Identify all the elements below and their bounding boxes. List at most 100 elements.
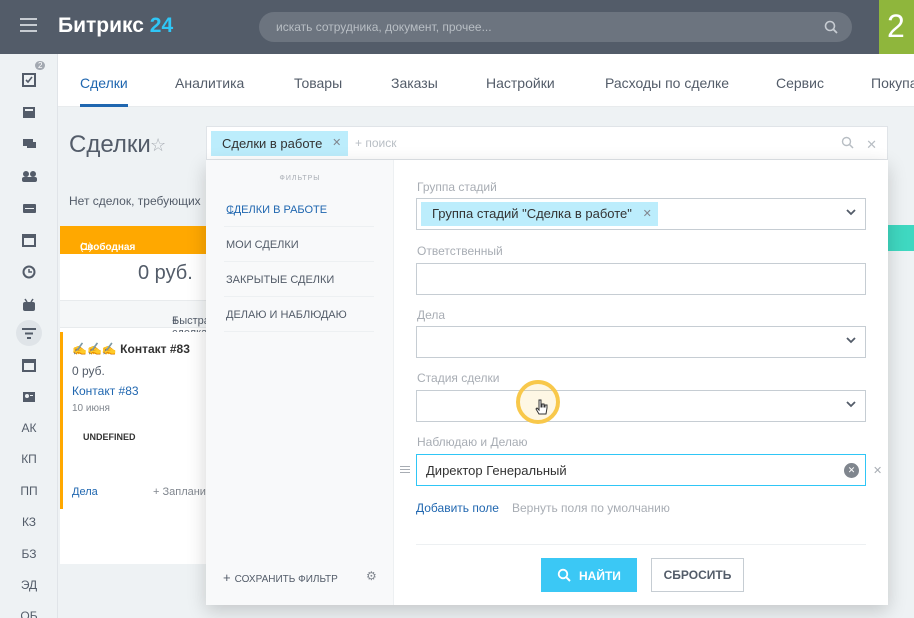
plus-icon: + — [223, 570, 231, 585]
pin-icon[interactable]: ⊥ — [226, 204, 374, 217]
menu-burger-icon[interactable] — [20, 18, 37, 32]
preset-closed-deals[interactable]: ЗАКРЫТЫЕ СДЕЛКИ — [224, 262, 374, 297]
robot-icon[interactable] — [0, 293, 58, 315]
clear-search-icon[interactable]: ✕ — [866, 137, 877, 152]
tasks-badge: 2 — [35, 61, 46, 70]
column-sum: 0 руб. — [138, 262, 193, 284]
users-icon[interactable] — [0, 165, 58, 187]
logo-number: 24 — [149, 14, 174, 37]
leftbar-item-ed[interactable]: ЭД — [0, 574, 58, 596]
leftbar-item-label: ПП — [20, 484, 38, 498]
search-icon[interactable] — [824, 20, 838, 34]
divider — [416, 544, 866, 545]
next-column-header[interactable] — [887, 225, 914, 251]
filter-search-bar[interactable]: Сделки в работе ✕ + поиск ✕ — [206, 126, 888, 160]
deal-card-title[interactable]: ✍✍✍ Контакт #83 — [72, 342, 190, 356]
leftbar-item-ob[interactable]: ОБ — [0, 605, 58, 618]
hands-emoji-icon: ✍✍✍ — [72, 342, 121, 356]
save-filter-button[interactable]: + СОХРАНИТЬ ФИЛЬТР — [223, 570, 338, 585]
kanban-column: Свободная сделка (1) 0 руб. + Быстрая сд… — [60, 226, 216, 564]
preset-my-deals[interactable]: МОИ СДЕЛКИ — [224, 227, 374, 262]
stage-group-chip-close-icon[interactable]: ✕ — [643, 202, 652, 226]
sites-icon[interactable] — [0, 354, 58, 376]
hand-cursor-icon — [535, 399, 548, 415]
reset-button[interactable]: СБРОСИТЬ — [651, 558, 744, 592]
clock-widget[interactable]: 2 — [879, 0, 914, 54]
deal-stage-select[interactable] — [416, 390, 866, 422]
column-header[interactable]: Свободная сделка (1) — [60, 226, 208, 264]
observe-label: Наблюдаю и Делаю — [417, 435, 528, 449]
remove-field-icon[interactable]: ✕ — [873, 464, 882, 477]
deal-card-status: UNDEFINED — [83, 432, 136, 442]
search-placeholder: искать сотрудника, документ, прочее... — [276, 20, 492, 34]
drive-icon[interactable] — [0, 197, 58, 219]
crm-filter-icon[interactable] — [0, 322, 58, 344]
chevron-down-icon[interactable] — [845, 398, 857, 410]
leftbar-item-kz[interactable]: КЗ — [0, 511, 58, 533]
chevron-down-icon[interactable] — [845, 334, 857, 346]
clear-field-icon[interactable]: ✕ — [844, 463, 859, 478]
deal-stage-label: Стадия сделки — [417, 371, 500, 385]
leftbar-item-kp[interactable]: КП — [0, 448, 58, 470]
presets-header: ФИЛЬТРЫ — [279, 175, 321, 182]
deal-card-name: Контакт #83 — [120, 342, 190, 356]
add-field-link[interactable]: Добавить поле — [416, 501, 499, 515]
drag-handle-icon[interactable] — [400, 466, 410, 475]
column-count: (1) — [80, 242, 93, 253]
search-icon — [557, 568, 571, 582]
filter-bar-icons: ✕ — [841, 136, 877, 153]
page-title: Сделки — [69, 131, 151, 158]
filter-chip[interactable]: Сделки в работе ✕ — [211, 131, 349, 156]
tab-purchases[interactable]: Покупа — [871, 75, 914, 91]
leftbar-item-label: КЗ — [21, 515, 37, 529]
deal-card-contact-link[interactable]: Контакт #83 — [72, 384, 139, 398]
preset-doing-observing[interactable]: ДЕЛАЮ И НАБЛЮДАЮ — [224, 297, 374, 332]
chevron-down-icon[interactable] — [845, 206, 857, 218]
stage-group-select[interactable]: Группа стадий "Сделка в работе" ✕ — [416, 198, 866, 230]
preset-deals-in-work[interactable]: СДЕЛКИ В РАБОТЕ ⊥ — [224, 192, 374, 227]
leftbar-item-label: БЗ — [21, 547, 37, 561]
filter-fields-panel: Группа стадий Группа стадий "Сделка в ра… — [394, 160, 888, 605]
deal-card[interactable]: ✍✍✍ Контакт #83 0 руб. Контакт #83 10 ию… — [60, 332, 208, 509]
leftbar-item-pp[interactable]: ПП — [0, 480, 58, 502]
tasks-icon[interactable]: 2 — [0, 61, 58, 91]
calendar-icon[interactable] — [0, 229, 58, 251]
tab-settings[interactable]: Настройки — [486, 75, 555, 91]
observe-input[interactable]: Директор Генеральный ✕ — [416, 454, 866, 486]
find-button-label: НАЙТИ — [579, 569, 621, 583]
tab-analytics[interactable]: Аналитика — [175, 75, 244, 91]
stage-group-chip[interactable]: Группа стадий "Сделка в работе" ✕ — [421, 202, 658, 226]
find-button[interactable]: НАЙТИ — [541, 558, 637, 592]
app-logo[interactable]: Битрикс 24 — [58, 14, 173, 38]
tab-products[interactable]: Товары — [294, 75, 342, 91]
stage-group-label: Группа стадий — [417, 180, 497, 194]
tab-deals[interactable]: Сделки — [80, 75, 128, 91]
chat-icon[interactable] — [0, 133, 58, 155]
contact-center-icon[interactable] — [0, 386, 58, 408]
tab-service[interactable]: Сервис — [776, 75, 824, 91]
deal-card-plan-link[interactable]: + Заплани — [153, 486, 206, 498]
preset-label: ДЕЛАЮ И НАБЛЮДАЮ — [226, 309, 347, 321]
restore-defaults-link[interactable]: Вернуть поля по умолчанию — [512, 501, 670, 515]
feed-icon[interactable] — [0, 101, 58, 123]
save-filter-label: СОХРАНИТЬ ФИЛЬТР — [234, 574, 338, 585]
leftbar-item-ak[interactable]: АК — [0, 417, 58, 439]
activities-select[interactable] — [416, 326, 866, 358]
deal-card-activities-link[interactable]: Дела — [72, 486, 98, 498]
tab-deal-expenses[interactable]: Расходы по сделке — [605, 75, 729, 91]
page-notice: Нет сделок, требующих — [69, 194, 201, 208]
time-icon[interactable] — [0, 261, 58, 283]
leftbar-item-bz[interactable]: БЗ — [0, 543, 58, 565]
preset-label: ЗАКРЫТЫЕ СДЕЛКИ — [226, 274, 335, 286]
filter-chip-close-icon[interactable]: ✕ — [332, 131, 341, 156]
responsible-input[interactable] — [416, 263, 866, 295]
quick-deal-button[interactable]: + Быстрая сделка — [60, 300, 216, 339]
deal-card-price: 0 руб. — [72, 364, 105, 378]
search-icon[interactable] — [841, 136, 854, 149]
favorite-star-icon[interactable]: ☆ — [150, 135, 166, 156]
tab-orders[interactable]: Заказы — [391, 75, 438, 91]
responsible-label: Ответственный — [417, 244, 503, 258]
global-search-input[interactable]: искать сотрудника, документ, прочее... — [259, 12, 852, 42]
preset-label: МОИ СДЕЛКИ — [226, 239, 299, 251]
gear-icon[interactable]: ⚙ — [366, 569, 377, 583]
